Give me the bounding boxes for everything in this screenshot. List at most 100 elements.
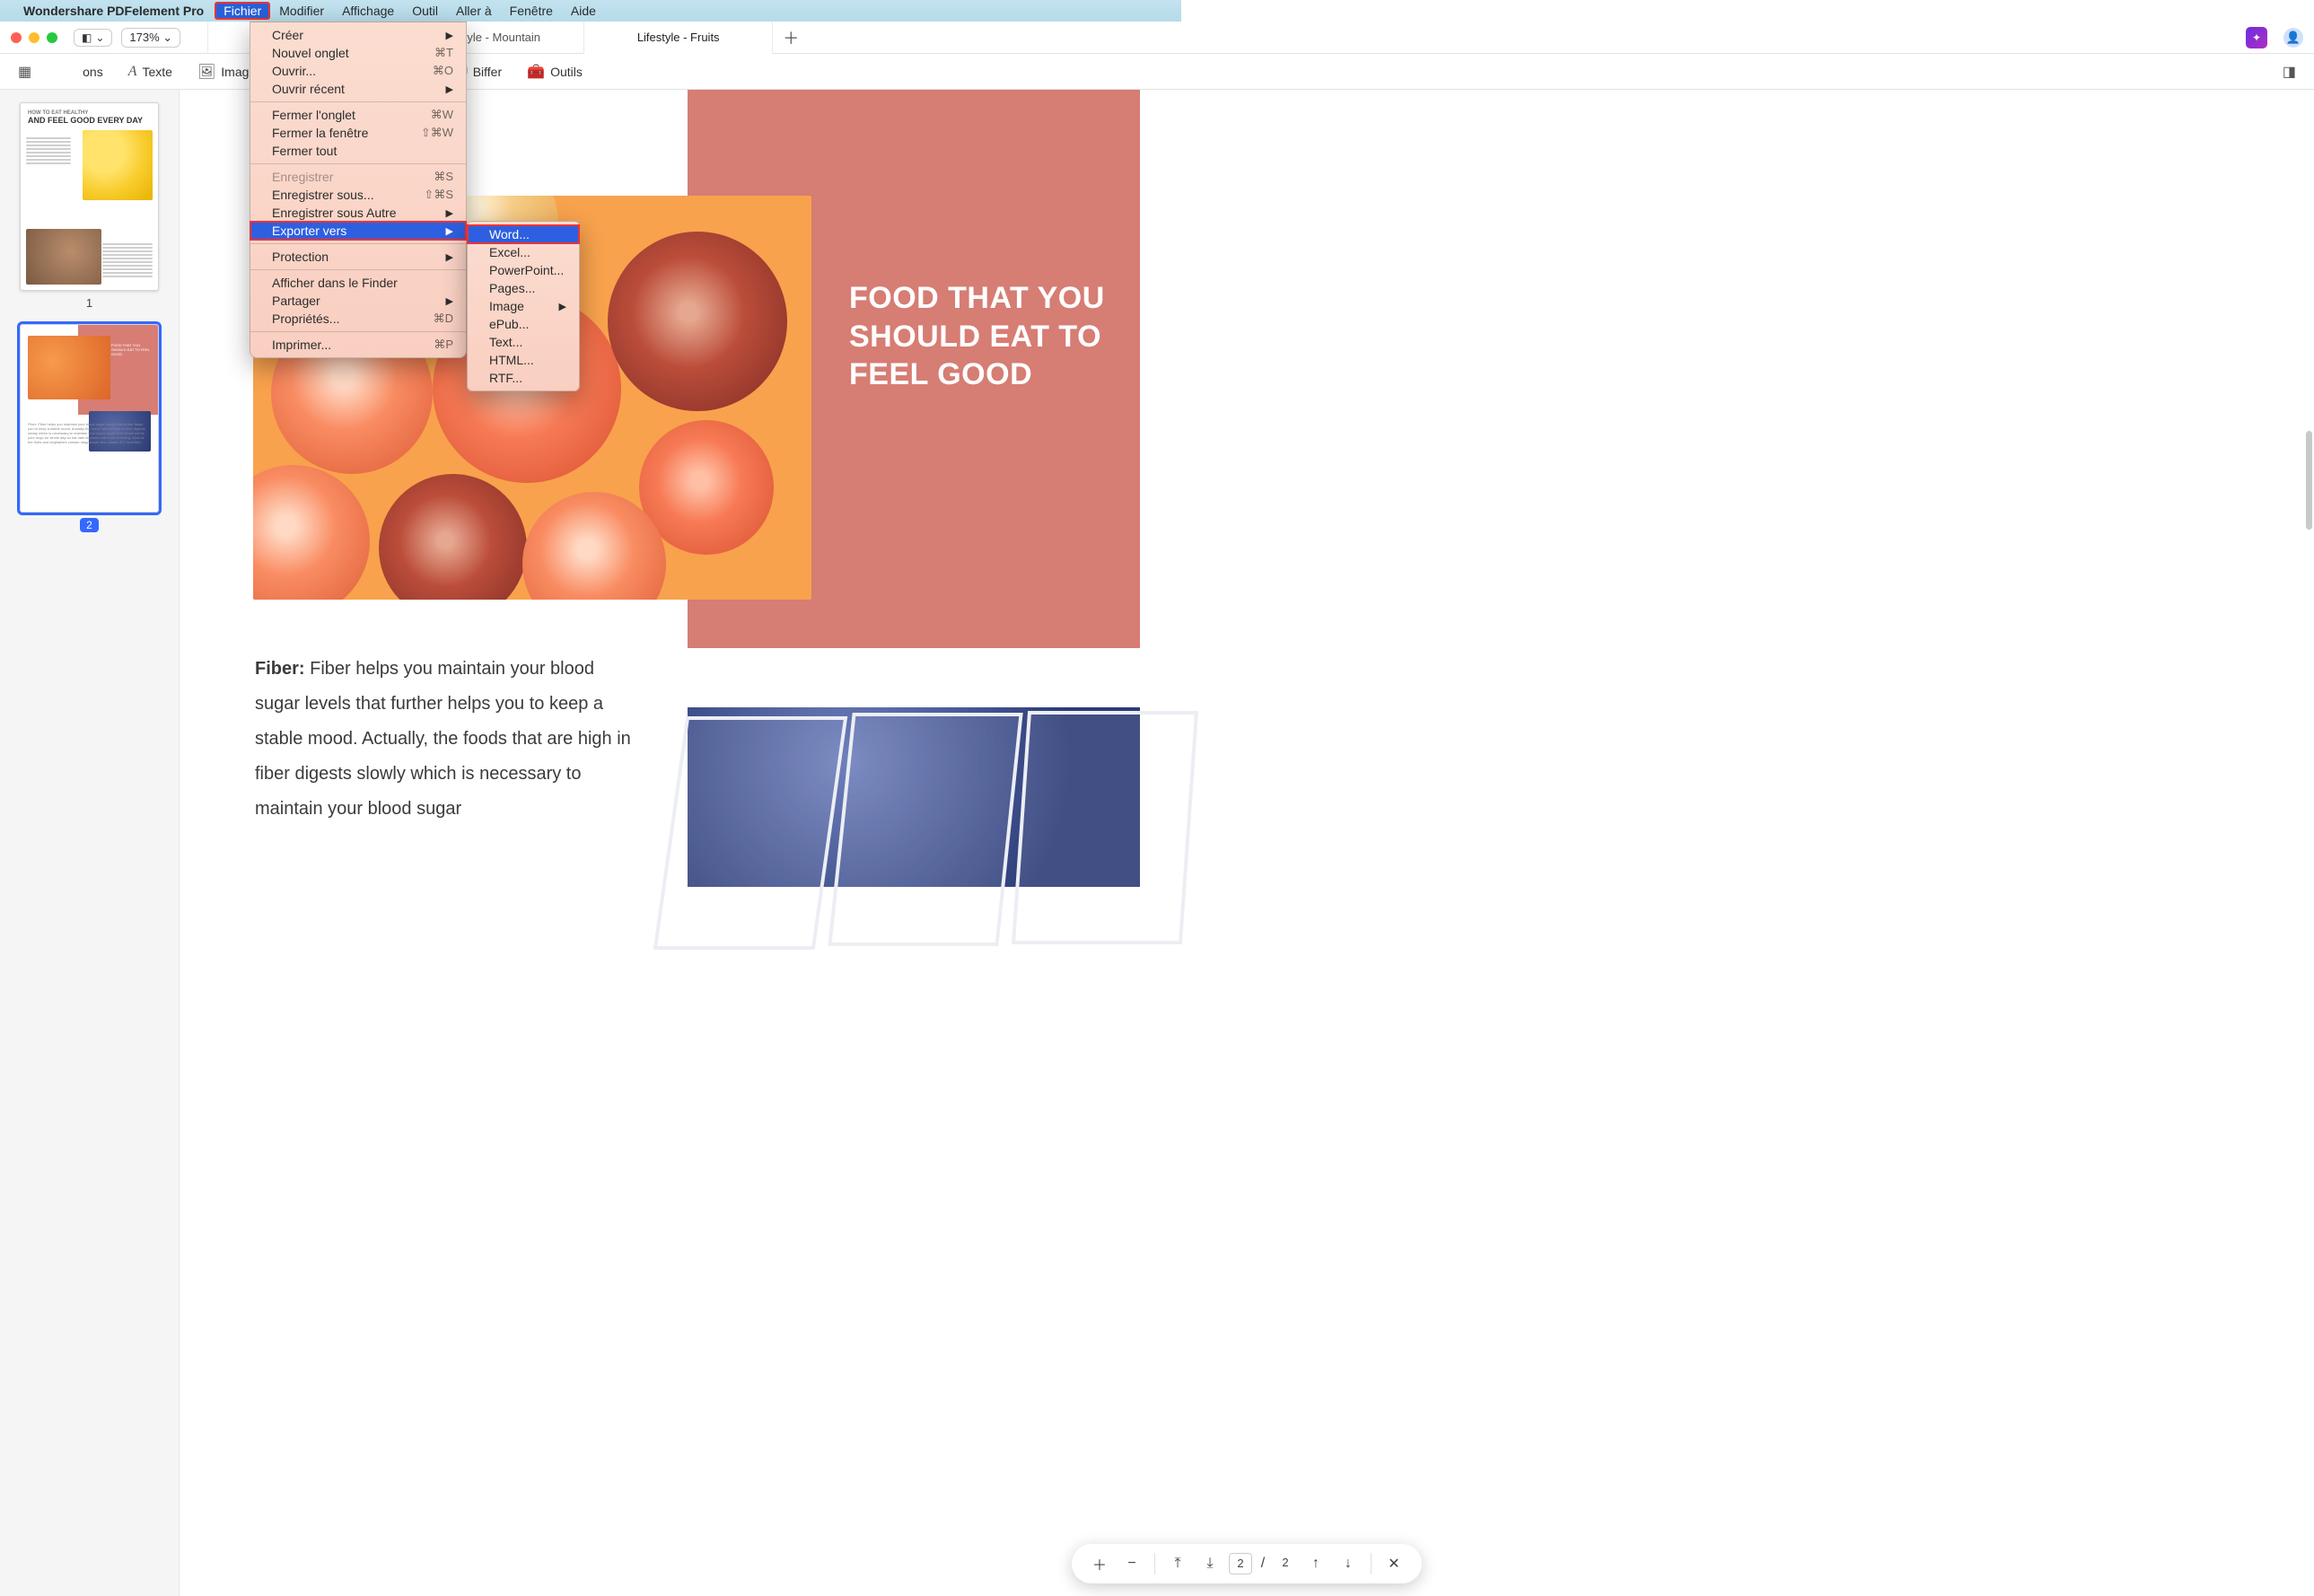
text-icon: A <box>128 64 137 80</box>
file-menu-item[interactable]: Enregistrer sous Autre▶ <box>250 204 466 222</box>
zoom-in-button[interactable]: ＋ <box>1086 1553 1113 1574</box>
last-page-button[interactable]: ⤓ <box>1196 1556 1223 1572</box>
zoom-out-button[interactable]: − <box>1118 1556 1145 1572</box>
export-menu-item[interactable]: Image▶ <box>468 297 579 315</box>
menu-modifier[interactable]: Modifier <box>270 2 333 20</box>
file-menu-item[interactable]: Ouvrir...⌘O <box>250 62 466 80</box>
menu-item-label: Word... <box>489 227 530 241</box>
menu-affichage[interactable]: Affichage <box>333 2 403 20</box>
export-menu-item[interactable]: Pages... <box>468 279 579 297</box>
export-menu-item[interactable]: PowerPoint... <box>468 261 579 279</box>
menu-item-label: Nouvel onglet <box>272 46 349 60</box>
grid-icon: ▦ <box>18 63 31 81</box>
page-thumbnail-2[interactable]: FOOD THAT YOU SHOULD EAT TO FEEL GOOD Fi… <box>20 324 159 513</box>
file-menu-item[interactable]: Afficher dans le Finder <box>250 274 466 292</box>
doc-tab-fruits[interactable]: Lifestyle - Fruits <box>584 22 773 54</box>
menu-item-label: ePub... <box>489 317 529 331</box>
export-menu-item[interactable]: Word... <box>468 225 579 243</box>
file-menu-item[interactable]: Enregistrer sous...⇧⌘S <box>250 186 466 204</box>
menu-shortcut: ⌘O <box>433 64 453 78</box>
file-menu-item[interactable]: Fermer l'onglet⌘W <box>250 106 466 124</box>
file-menu-item[interactable]: Fermer tout <box>250 142 466 160</box>
menu-outil[interactable]: Outil <box>403 2 447 20</box>
file-menu-item[interactable]: Partager▶ <box>250 292 466 310</box>
menu-shortcut: ⇧⌘S <box>424 188 453 202</box>
zoom-window-button[interactable] <box>47 32 57 43</box>
menu-item-label: Excel... <box>489 245 530 259</box>
thumb2-page-number: 2 <box>0 518 179 531</box>
export-submenu: Word... Excel... PowerPoint... Pages... Imag… <box>467 221 580 391</box>
system-menubar: Wondershare PDFelement Pro Fichier Modif… <box>0 0 1181 22</box>
first-page-button[interactable]: ⤒ <box>1164 1556 1191 1572</box>
menu-fenetre[interactable]: Fenêtre <box>501 2 562 20</box>
file-menu-item[interactable]: Imprimer...⌘P <box>250 336 466 354</box>
account-avatar[interactable]: 👤 <box>2283 28 2303 48</box>
toolbar-panel-toggle[interactable]: ◨ <box>2283 63 2296 81</box>
ai-assistant-icon[interactable]: ✦ <box>2246 27 2267 48</box>
thumb2-heading-placeholder: FOOD THAT YOU SHOULD EAT TO FEEL GOOD <box>111 343 151 356</box>
vertical-scrollbar[interactable] <box>2306 431 2312 530</box>
new-tab-button[interactable]: ＋ <box>773 22 809 54</box>
submenu-arrow-icon: ▶ <box>446 207 453 219</box>
menu-shortcut: ⌘S <box>434 170 453 184</box>
toolbar-obscured-button[interactable]: ons <box>83 65 103 79</box>
current-page-input[interactable]: 2 <box>1229 1553 1252 1574</box>
submenu-arrow-icon: ▶ <box>446 225 453 237</box>
file-menu-item[interactable]: Ouvrir récent▶ <box>250 80 466 98</box>
toolbar-tools-button[interactable]: 🧰 Outils <box>527 63 583 81</box>
tools-icon: 🧰 <box>527 63 545 81</box>
menu-item-label: Imprimer... <box>272 338 331 352</box>
traffic-lights <box>11 32 57 43</box>
close-navigator-button[interactable]: ✕ <box>1381 1555 1407 1573</box>
chevron-down-icon: ⌄ <box>95 31 104 44</box>
close-window-button[interactable] <box>11 32 22 43</box>
page-thumbnail-1[interactable]: HOW TO EAT HEALTHY AND FEEL GOOD EVERY D… <box>20 102 159 291</box>
toolbar-label: Outils <box>550 65 583 79</box>
export-menu-item[interactable]: RTF... <box>468 369 579 387</box>
toolbar-text-button[interactable]: ATexte <box>128 64 172 80</box>
menu-fichier[interactable]: Fichier <box>215 2 270 20</box>
file-menu-item[interactable]: Propriétés...⌘D <box>250 310 466 328</box>
menu-item-label: Fermer tout <box>272 144 337 158</box>
menu-item-label: Text... <box>489 335 522 349</box>
zoom-select[interactable]: 173% ⌄ <box>121 28 180 48</box>
app-name[interactable]: Wondershare PDFelement Pro <box>23 4 204 18</box>
export-menu-item[interactable]: Text... <box>468 333 579 351</box>
toolbar-grid-button[interactable]: ▦ <box>18 63 31 81</box>
menu-item-label: Exporter vers <box>272 224 346 238</box>
fiber-text: Fiber helps you maintain your blood suga… <box>255 659 631 819</box>
file-menu-item[interactable]: Fermer la fenêtre⇧⌘W <box>250 124 466 142</box>
next-page-button[interactable]: ↓ <box>1335 1556 1362 1572</box>
thumbnail-panel: HOW TO EAT HEALTHY AND FEEL GOOD EVERY D… <box>0 90 180 1596</box>
file-menu-item[interactable]: Nouvel onglet ⌘T <box>250 44 466 62</box>
menu-shortcut: ⌘D <box>434 311 453 326</box>
file-menu-item[interactable]: Créer▶ <box>250 26 466 44</box>
minimize-window-button[interactable] <box>29 32 39 43</box>
thumb1-page-number: 1 <box>0 296 179 310</box>
menu-shortcut: ⌘T <box>434 46 453 60</box>
menu-aide[interactable]: Aide <box>562 2 605 20</box>
file-menu-item[interactable]: Protection▶ <box>250 248 466 266</box>
menu-aller-a[interactable]: Aller à <box>447 2 501 20</box>
export-menu-item[interactable]: HTML... <box>468 351 579 369</box>
page-navigator: ＋ − ⤒ ⤓ 2 / 2 ↑ ↓ ✕ <box>1072 1544 1422 1583</box>
thumb1-text-placeholder <box>102 243 153 279</box>
menu-shortcut: ⇧⌘W <box>421 126 453 140</box>
thumb1-title: AND FEEL GOOD EVERY DAY <box>28 116 151 125</box>
export-menu-item[interactable]: ePub... <box>468 315 579 333</box>
toolbar-image-button[interactable]: 🖼Image <box>197 63 256 81</box>
thumb1-image-lemons <box>83 130 153 200</box>
prev-page-button[interactable]: ↑ <box>1302 1556 1329 1572</box>
menu-item-label: HTML... <box>489 353 534 367</box>
zoom-value: 173% <box>129 31 159 44</box>
menu-item-label: Pages... <box>489 281 535 295</box>
submenu-arrow-icon: ▶ <box>559 301 566 312</box>
thumb2-text-placeholder: Fiber: Fiber helps you maintain your blo… <box>28 422 146 444</box>
submenu-arrow-icon: ▶ <box>446 30 453 41</box>
file-menu-item[interactable]: Exporter vers ▶ <box>250 222 466 240</box>
sidebar-toggle[interactable]: ◧ ⌄ <box>74 29 112 47</box>
file-menu-item: Enregistrer⌘S <box>250 168 466 186</box>
document-tabs: e plan Lifestyle - Mountain Lifestyle - … <box>207 22 2246 54</box>
export-menu-item[interactable]: Excel... <box>468 243 579 261</box>
fiber-label: Fiber: <box>255 659 305 679</box>
